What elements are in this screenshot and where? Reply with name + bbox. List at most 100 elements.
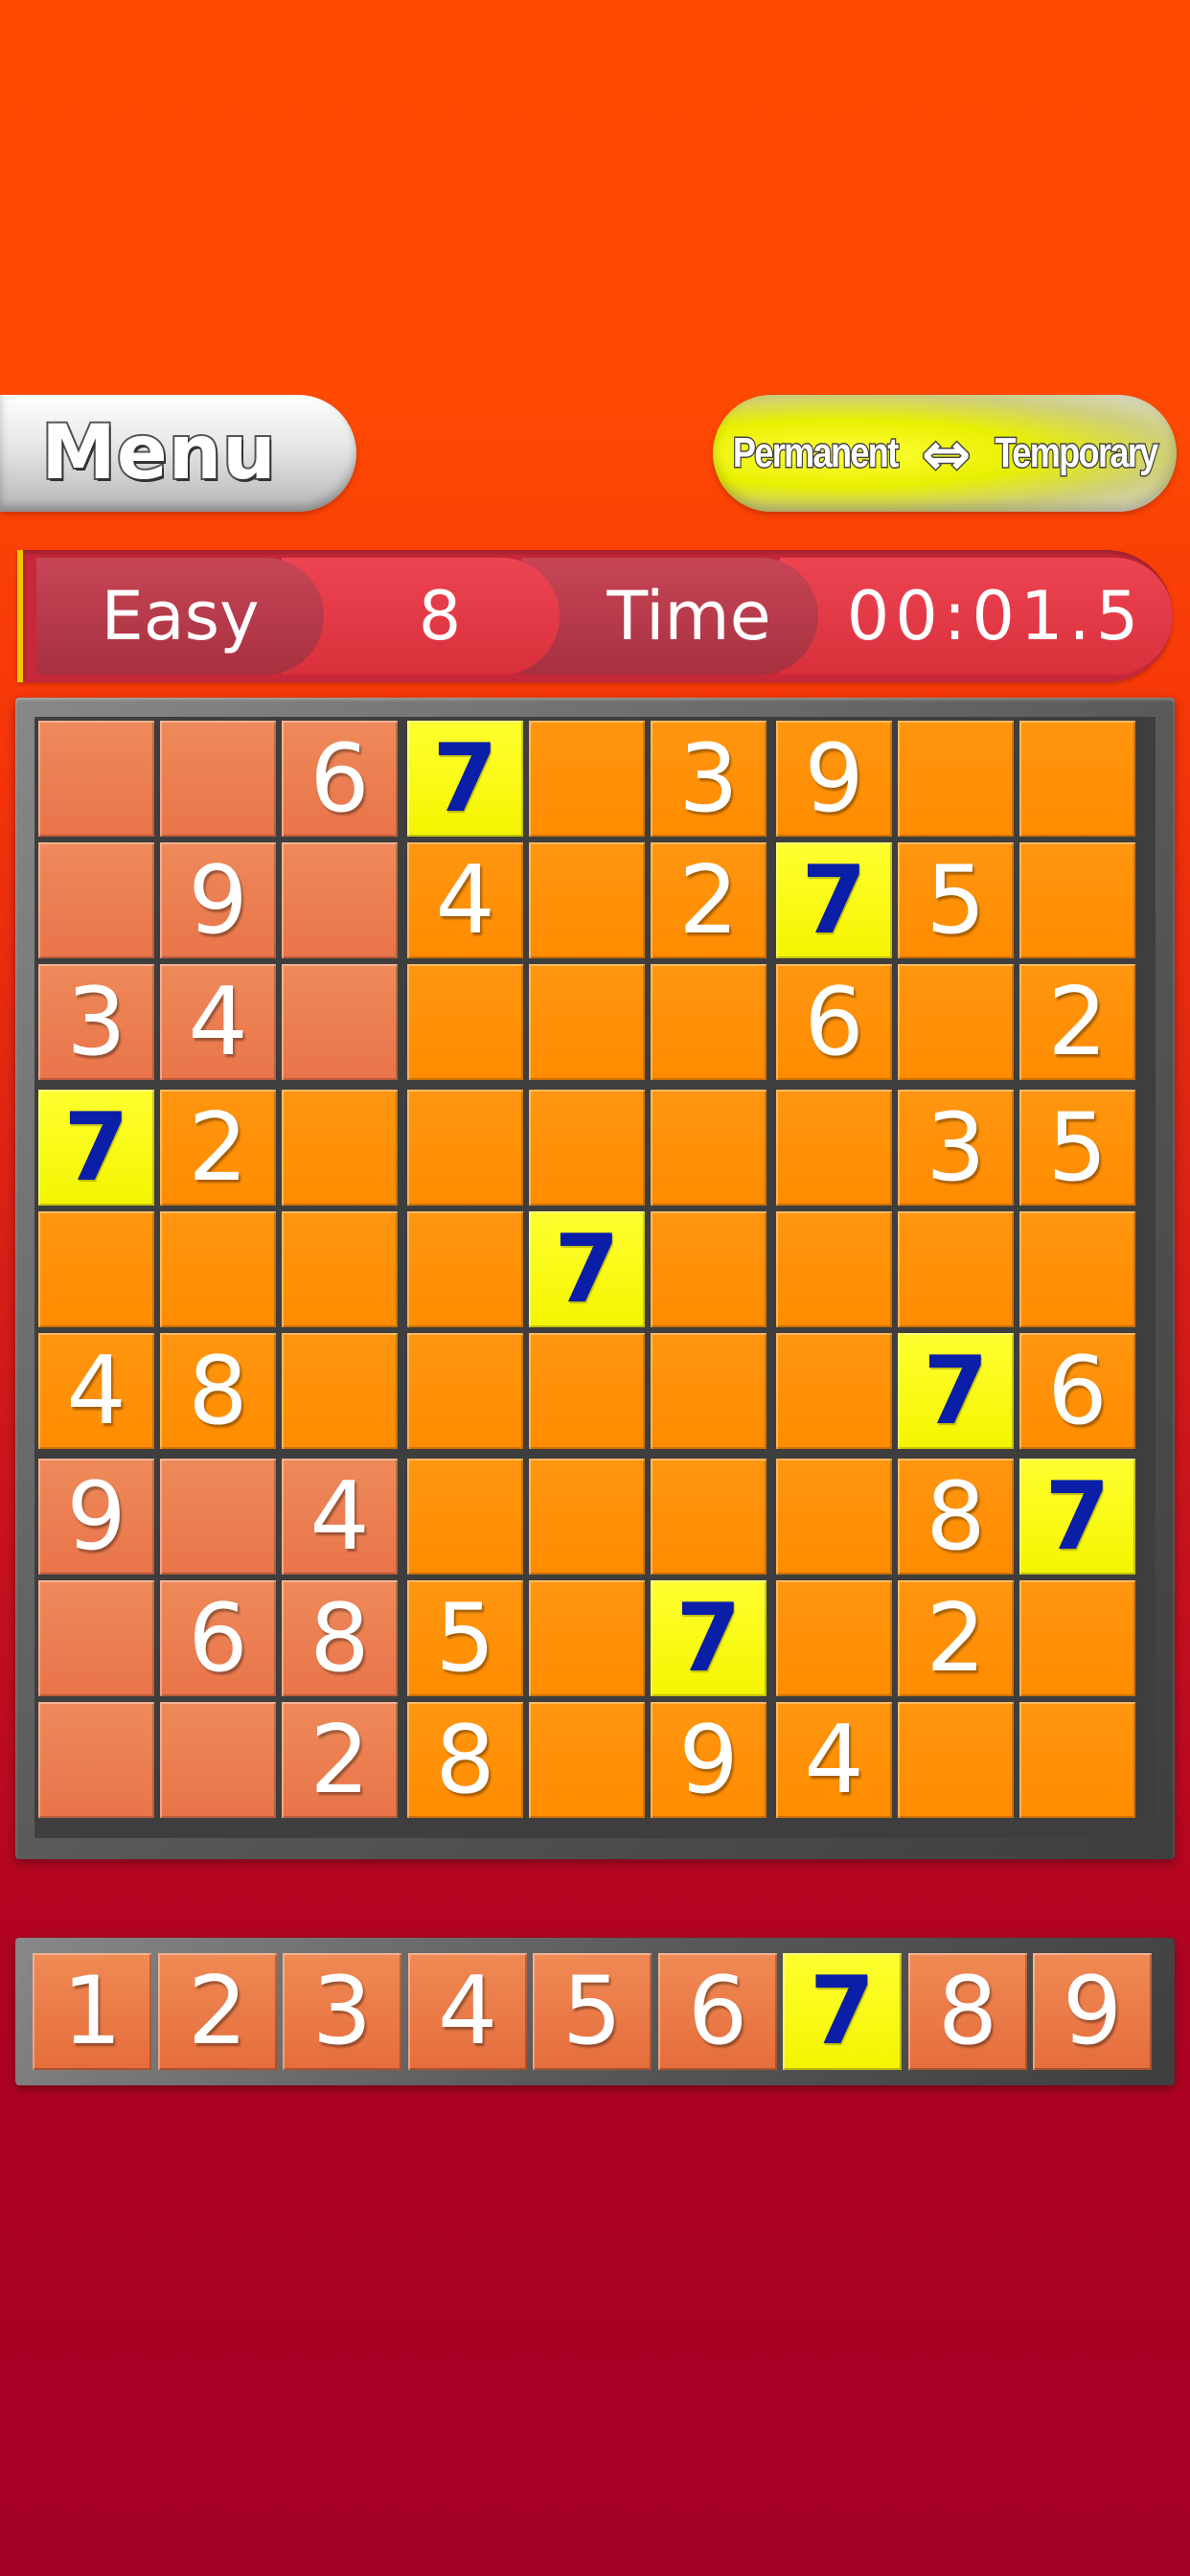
sudoku-cell-r8c4[interactable]: 5 xyxy=(407,1580,523,1696)
number-key-2[interactable]: 2 xyxy=(158,1953,277,2070)
number-key-3[interactable]: 3 xyxy=(283,1953,401,2070)
sudoku-cell-r6c5[interactable] xyxy=(529,1333,645,1449)
sudoku-cell-r2c2[interactable]: 9 xyxy=(160,842,276,958)
sudoku-cell-r5c3[interactable] xyxy=(282,1211,398,1327)
sudoku-cell-r4c4[interactable] xyxy=(407,1090,523,1206)
sudoku-cell-r4c3[interactable] xyxy=(282,1090,398,1206)
number-key-8[interactable]: 8 xyxy=(908,1953,1027,2070)
sudoku-cell-r9c7[interactable]: 4 xyxy=(776,1702,892,1818)
number-key-4[interactable]: 4 xyxy=(408,1953,527,2070)
cell-digit: 4 xyxy=(435,845,495,955)
sudoku-cell-r8c5[interactable] xyxy=(529,1580,645,1696)
sudoku-cell-r4c2[interactable]: 2 xyxy=(160,1090,276,1206)
sudoku-cell-r2c8[interactable]: 5 xyxy=(898,842,1014,958)
sudoku-cell-r3c9[interactable]: 2 xyxy=(1019,964,1135,1080)
sudoku-cell-r7c3[interactable]: 4 xyxy=(282,1459,398,1575)
sudoku-cell-r4c1[interactable]: 7 xyxy=(38,1090,154,1206)
sudoku-cell-r2c1[interactable] xyxy=(38,842,154,958)
sudoku-cell-r3c3[interactable] xyxy=(282,964,398,1080)
sudoku-cell-r4c9[interactable]: 5 xyxy=(1019,1090,1135,1206)
sudoku-cell-r8c8[interactable]: 2 xyxy=(898,1580,1014,1696)
sudoku-cell-r8c7[interactable] xyxy=(776,1580,892,1696)
menu-button-label: Menu xyxy=(39,408,278,498)
sudoku-cell-r7c5[interactable] xyxy=(529,1459,645,1575)
cell-digit: 8 xyxy=(435,1705,495,1815)
sudoku-cell-r2c5[interactable] xyxy=(529,842,645,958)
sudoku-cell-r4c7[interactable] xyxy=(776,1090,892,1206)
sudoku-cell-r7c2[interactable] xyxy=(160,1459,276,1575)
sudoku-cell-r9c5[interactable] xyxy=(529,1702,645,1818)
sudoku-cell-r3c4[interactable] xyxy=(407,964,523,1080)
sudoku-cell-r6c9[interactable]: 6 xyxy=(1019,1333,1135,1449)
sudoku-cell-r8c6[interactable]: 7 xyxy=(651,1580,767,1696)
sudoku-cell-r9c4[interactable]: 8 xyxy=(407,1702,523,1818)
sudoku-cell-r8c3[interactable]: 8 xyxy=(282,1580,398,1696)
sudoku-cell-r3c6[interactable] xyxy=(651,964,767,1080)
sudoku-cell-r3c7[interactable]: 6 xyxy=(776,964,892,1080)
sudoku-cell-r8c1[interactable] xyxy=(38,1580,154,1696)
sudoku-cell-r1c4[interactable]: 7 xyxy=(407,721,523,837)
sudoku-cell-r7c9[interactable]: 7 xyxy=(1019,1459,1135,1575)
sudoku-cell-r7c7[interactable] xyxy=(776,1459,892,1575)
timer-value: 00:01.5 xyxy=(780,558,1173,675)
sudoku-cell-r1c9[interactable] xyxy=(1019,721,1135,837)
menu-button[interactable]: Menu xyxy=(0,395,356,512)
sudoku-cell-r7c6[interactable] xyxy=(651,1459,767,1575)
sudoku-cell-r1c3[interactable]: 6 xyxy=(282,721,398,837)
sudoku-cell-r6c3[interactable] xyxy=(282,1333,398,1449)
sudoku-cell-r6c4[interactable] xyxy=(407,1333,523,1449)
sudoku-cell-r7c8[interactable]: 8 xyxy=(898,1459,1014,1575)
sudoku-cell-r8c9[interactable] xyxy=(1019,1580,1135,1696)
sudoku-cell-r1c5[interactable] xyxy=(529,721,645,837)
sudoku-cell-r2c3[interactable] xyxy=(282,842,398,958)
sudoku-cell-r1c8[interactable] xyxy=(898,721,1014,837)
sudoku-cell-r1c6[interactable]: 3 xyxy=(651,721,767,837)
sudoku-cell-r6c1[interactable]: 4 xyxy=(38,1333,154,1449)
sudoku-cell-r9c9[interactable] xyxy=(1019,1702,1135,1818)
sudoku-cell-r6c2[interactable]: 8 xyxy=(160,1333,276,1449)
sudoku-cell-r5c9[interactable] xyxy=(1019,1211,1135,1327)
sudoku-cell-r2c9[interactable] xyxy=(1019,842,1135,958)
sudoku-cell-r7c4[interactable] xyxy=(407,1459,523,1575)
number-key-6[interactable]: 6 xyxy=(658,1953,777,2070)
sudoku-cell-r5c7[interactable] xyxy=(776,1211,892,1327)
sudoku-cell-r4c5[interactable] xyxy=(529,1090,645,1206)
sudoku-cell-r6c8[interactable]: 7 xyxy=(898,1333,1014,1449)
sudoku-cell-r9c8[interactable] xyxy=(898,1702,1014,1818)
number-key-label: 1 xyxy=(61,1957,123,2066)
sudoku-cell-r3c5[interactable] xyxy=(529,964,645,1080)
permanent-temporary-toggle[interactable]: Permanent ⇔ Temporary xyxy=(713,395,1177,512)
sudoku-cell-r9c1[interactable] xyxy=(38,1702,154,1818)
sudoku-cell-r6c7[interactable] xyxy=(776,1333,892,1449)
sudoku-cell-r9c6[interactable]: 9 xyxy=(651,1702,767,1818)
sudoku-cell-r7c1[interactable]: 9 xyxy=(38,1459,154,1575)
sudoku-cell-r3c1[interactable]: 3 xyxy=(38,964,154,1080)
number-key-1[interactable]: 1 xyxy=(33,1953,151,2070)
sudoku-cell-r2c4[interactable]: 4 xyxy=(407,842,523,958)
sudoku-cell-r4c8[interactable]: 3 xyxy=(898,1090,1014,1206)
cell-digit: 6 xyxy=(309,724,370,834)
number-key-7[interactable]: 7 xyxy=(783,1953,902,2070)
sudoku-cell-r9c2[interactable] xyxy=(160,1702,276,1818)
sudoku-cell-r5c2[interactable] xyxy=(160,1211,276,1327)
sudoku-cell-r6c6[interactable] xyxy=(651,1333,767,1449)
number-key-label: 6 xyxy=(687,1957,748,2066)
sudoku-cell-r1c1[interactable] xyxy=(38,721,154,837)
number-key-9[interactable]: 9 xyxy=(1033,1953,1152,2070)
sudoku-cell-r4c6[interactable] xyxy=(651,1090,767,1206)
sudoku-cell-r5c5[interactable]: 7 xyxy=(529,1211,645,1327)
sudoku-cell-r5c6[interactable] xyxy=(651,1211,767,1327)
sudoku-cell-r1c2[interactable] xyxy=(160,721,276,837)
sudoku-cell-r8c2[interactable]: 6 xyxy=(160,1580,276,1696)
sudoku-cell-r5c1[interactable] xyxy=(38,1211,154,1327)
sudoku-cell-r1c7[interactable]: 9 xyxy=(776,721,892,837)
number-key-5[interactable]: 5 xyxy=(533,1953,652,2070)
sudoku-cell-r2c7[interactable]: 7 xyxy=(776,842,892,958)
sudoku-cell-r2c6[interactable]: 2 xyxy=(651,842,767,958)
sudoku-cell-r3c2[interactable]: 4 xyxy=(160,964,276,1080)
sudoku-cell-r5c8[interactable] xyxy=(898,1211,1014,1327)
sudoku-cell-r9c3[interactable]: 2 xyxy=(282,1702,398,1818)
sudoku-cell-r3c8[interactable] xyxy=(898,964,1014,1080)
cell-digit: 5 xyxy=(1047,1092,1108,1203)
sudoku-cell-r5c4[interactable] xyxy=(407,1211,523,1327)
